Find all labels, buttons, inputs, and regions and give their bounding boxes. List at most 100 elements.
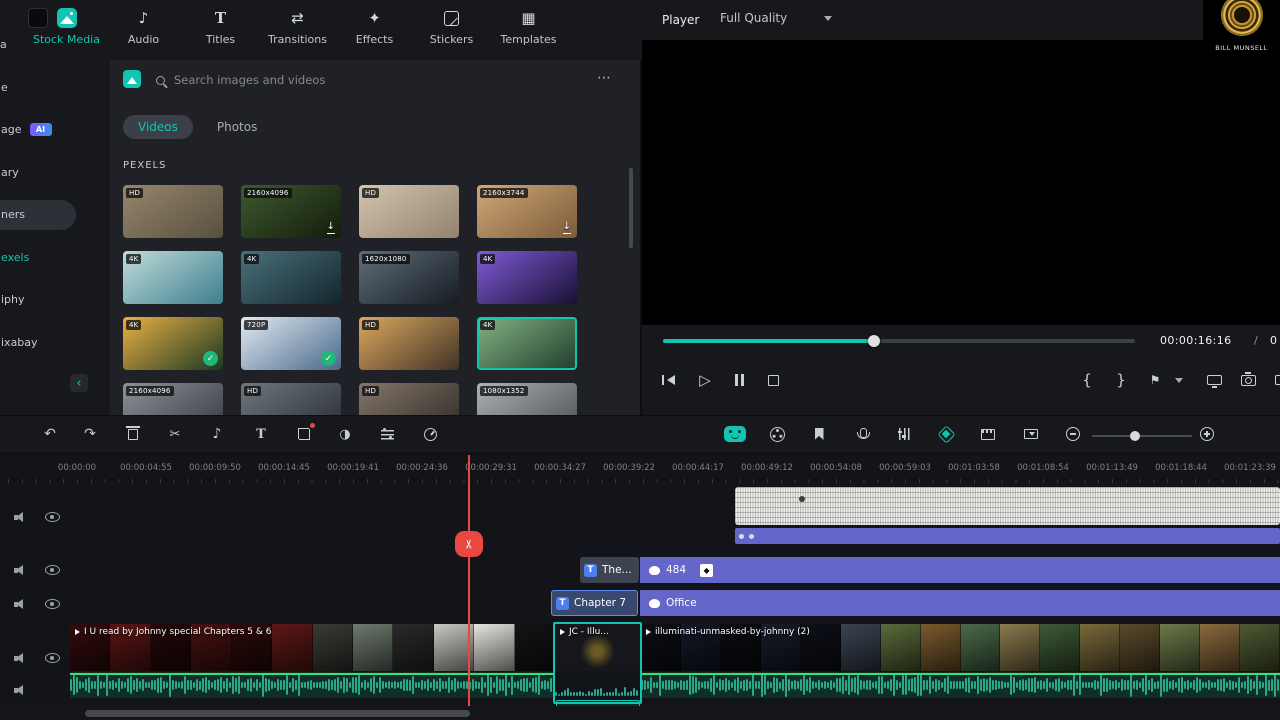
playhead-line[interactable] <box>468 455 470 712</box>
split-button[interactable]: ✂ <box>162 421 188 447</box>
collapse-sidebar-button[interactable]: ‹ <box>70 374 88 392</box>
stock-video-thumbnail[interactable]: 720P✓ <box>241 317 341 370</box>
nav-tab-stickers[interactable]: Stickers <box>413 5 490 46</box>
pause-button[interactable] <box>726 367 752 393</box>
zoom-out-button[interactable] <box>1060 421 1086 447</box>
effect-strip-clip[interactable] <box>735 528 1280 544</box>
nav-tab-effects[interactable]: ✦Effects <box>336 5 413 46</box>
track-visibility-button[interactable] <box>45 653 60 663</box>
seek-bar[interactable]: 00:00:16:16 / 0 <box>642 325 1280 357</box>
fullscreen-display-button[interactable] <box>1201 367 1227 393</box>
crop-button[interactable] <box>291 421 317 447</box>
download-icon[interactable]: ↓ <box>327 222 335 234</box>
play-button[interactable]: ▷ <box>692 367 718 393</box>
subtitle-document-clip[interactable] <box>735 487 1280 525</box>
track-mute-button[interactable] <box>14 511 27 523</box>
audio-waveform-clip[interactable] <box>641 672 1280 698</box>
search-input[interactable]: Search images and videos <box>156 68 576 92</box>
track-visibility-button[interactable] <box>45 565 60 575</box>
stock-video-thumbnail[interactable]: 4K <box>477 251 577 304</box>
tab-videos[interactable]: Videos <box>123 115 193 139</box>
nav-tab-titles[interactable]: TTitles <box>182 5 259 46</box>
nav-tab-stock-media[interactable]: Stock Media <box>28 5 105 46</box>
panel-scrollbar[interactable] <box>629 168 633 248</box>
split-playhead-button[interactable]: ✂ <box>455 531 483 557</box>
text-tool-button[interactable]: T <box>248 421 274 447</box>
stock-video-thumbnail[interactable]: 2160x4096↓ <box>241 185 341 238</box>
stock-video-thumbnail[interactable]: 1080x1352 <box>477 383 577 415</box>
sidebar-item-e[interactable]: e <box>0 66 110 109</box>
title-clip[interactable]: T The... <box>580 557 639 583</box>
marker-tool-button[interactable] <box>806 421 832 447</box>
redo-button[interactable]: ↷ <box>77 421 103 447</box>
sidebar-item-iphy[interactable]: iphy <box>0 279 110 322</box>
stock-video-thumbnail[interactable]: 2160x4096 <box>123 383 223 415</box>
preview-viewport[interactable] <box>642 40 1280 325</box>
ai-tool-button[interactable] <box>722 421 748 447</box>
audio-stretch-button[interactable]: ♪ <box>204 421 230 447</box>
sidebar-item-exels[interactable]: exels <box>0 236 110 279</box>
track-visibility-button[interactable] <box>45 512 60 522</box>
timeline-scrollbar-handle[interactable] <box>85 710 470 717</box>
element-clip[interactable]: 484 ◆ <box>640 557 1280 583</box>
render-preview-button[interactable] <box>975 421 1001 447</box>
nav-tab-templates[interactable]: ▦Templates <box>490 5 567 46</box>
stock-video-thumbnail[interactable]: HD <box>123 185 223 238</box>
sidebar-item-ixabay[interactable]: ixabay <box>0 321 110 364</box>
speed-button[interactable] <box>417 421 443 447</box>
video-clip[interactable]: I U read by Johnny special Chapters 5 & … <box>70 624 555 671</box>
timeline-zoom-slider[interactable] <box>1092 435 1192 437</box>
stock-video-thumbnail[interactable]: HD <box>359 185 459 238</box>
zoom-slider-handle[interactable] <box>1130 431 1140 441</box>
voiceover-button[interactable] <box>849 421 875 447</box>
undo-button[interactable]: ↶ <box>37 421 63 447</box>
download-icon[interactable]: ↓ <box>563 222 571 234</box>
stock-video-thumbnail[interactable]: 4K <box>123 251 223 304</box>
more-options-button[interactable]: ⋯ <box>597 70 612 86</box>
video-clip[interactable]: illuminati-unmasked-by-johnny (2) <box>641 624 1280 671</box>
track-mute-button[interactable] <box>14 598 27 610</box>
snapshot-button[interactable] <box>1235 367 1261 393</box>
export-frame-button[interactable] <box>1018 421 1044 447</box>
track-visibility-button[interactable] <box>45 599 60 609</box>
delete-button[interactable] <box>120 421 146 447</box>
track-mute-button[interactable] <box>14 684 27 696</box>
stop-button[interactable] <box>760 367 786 393</box>
marker-button[interactable]: ⚑ <box>1142 367 1168 393</box>
nav-tab-transitions[interactable]: ⇄Transitions <box>259 5 336 46</box>
track-mute-button[interactable] <box>14 564 27 576</box>
mark-out-button[interactable]: } <box>1108 367 1134 393</box>
nav-tab-audio[interactable]: ♪Audio <box>105 5 182 46</box>
keyframe-button[interactable] <box>933 421 959 447</box>
stock-video-thumbnail[interactable]: 4K <box>477 317 577 370</box>
audio-waveform-clip[interactable] <box>555 672 640 698</box>
stock-video-thumbnail[interactable]: HD <box>241 383 341 415</box>
playback-quality-dropdown[interactable]: Full Quality <box>720 11 832 25</box>
sidebar-item-ners[interactable]: ners <box>0 194 110 237</box>
timeline-ruler[interactable]: 00:00:0000:00:04:5500:00:09:5000:00:14:4… <box>0 455 1280 483</box>
seek-handle[interactable] <box>868 335 880 347</box>
color-match-button[interactable] <box>764 421 790 447</box>
audio-waveform-clip[interactable] <box>70 672 555 698</box>
previous-frame-button[interactable] <box>656 367 682 393</box>
stock-video-thumbnail[interactable]: 4K✓ <box>123 317 223 370</box>
track-mute-button[interactable] <box>14 652 27 664</box>
stock-video-thumbnail[interactable]: HD <box>359 383 459 415</box>
sidebar-item-ary[interactable]: ary <box>0 151 110 194</box>
adjust-button[interactable] <box>374 421 400 447</box>
stock-video-thumbnail[interactable]: 2160x3744↓ <box>477 185 577 238</box>
sidebar-item-age[interactable]: ageAI <box>0 109 110 152</box>
chroma-key-button[interactable]: ◑ <box>332 421 358 447</box>
element-clip[interactable]: Office <box>640 590 1280 616</box>
stock-video-thumbnail[interactable]: 4K <box>241 251 341 304</box>
video-clip[interactable]: JC - Illu... <box>555 624 640 671</box>
tab-photos[interactable]: Photos <box>217 120 257 134</box>
title-clip[interactable]: T Chapter 7 <box>551 590 638 616</box>
stock-video-thumbnail[interactable]: 1620x1080 <box>359 251 459 304</box>
mark-in-button[interactable]: { <box>1074 367 1100 393</box>
marker-dropdown-button[interactable] <box>1166 367 1192 393</box>
stock-video-thumbnail[interactable]: HD <box>359 317 459 370</box>
cropped-control-button[interactable] <box>1269 367 1280 393</box>
zoom-in-button[interactable] <box>1194 421 1220 447</box>
audio-mixer-button[interactable] <box>891 421 917 447</box>
